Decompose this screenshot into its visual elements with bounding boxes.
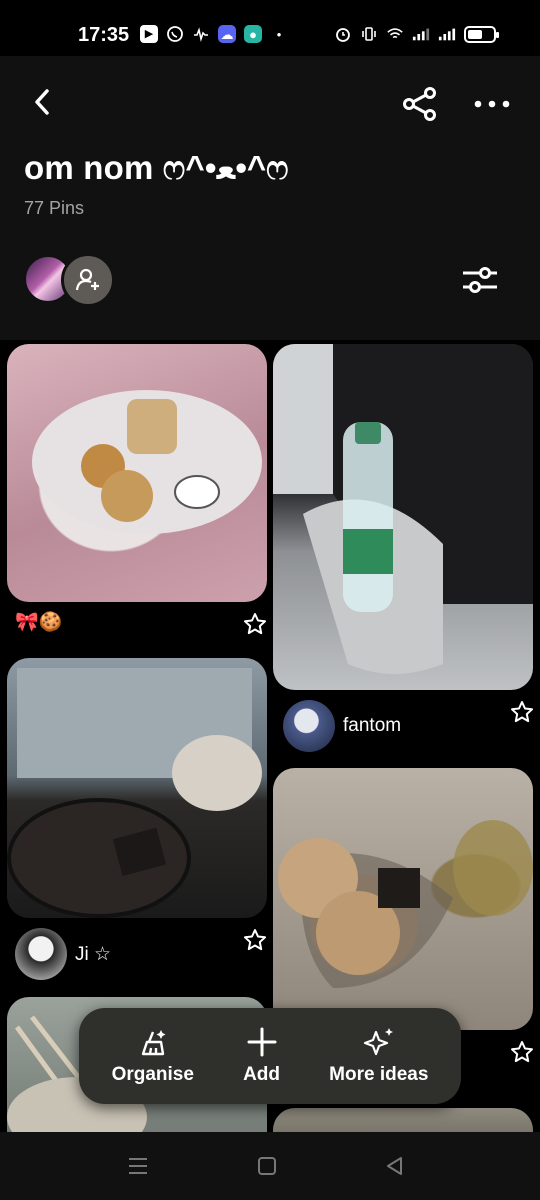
add-person-icon xyxy=(75,268,99,291)
pin-image-manga[interactable] xyxy=(273,1108,533,1132)
add-button[interactable]: Add xyxy=(243,1026,280,1086)
alarm-icon xyxy=(334,25,352,43)
author-avatar xyxy=(15,928,67,980)
pin-artwork xyxy=(278,820,533,988)
pin-artwork xyxy=(273,344,533,674)
back-chevron-icon xyxy=(35,89,49,115)
pin-author-ji[interactable]: Ji ☆ xyxy=(15,928,111,980)
signal-icon xyxy=(438,25,456,43)
save-pin-button[interactable] xyxy=(508,698,536,726)
status-time: 17:35 xyxy=(78,24,130,46)
pin-artwork xyxy=(7,668,262,918)
menu-lines-icon xyxy=(129,1158,147,1174)
vibrate-icon xyxy=(360,25,378,43)
status-bar: 17:35 ▶ ☁ ● • xyxy=(0,0,540,56)
signal-icon xyxy=(412,25,430,43)
more-dots-icon xyxy=(474,100,510,108)
broom-sparkle-icon xyxy=(137,1026,169,1058)
more-ideas-label: More ideas xyxy=(329,1064,429,1085)
pin-author-fantom[interactable]: fantom xyxy=(283,700,401,752)
triangle-back-icon xyxy=(387,1157,402,1175)
star-icon xyxy=(244,929,266,951)
notification-icons: ▶ ☁ ● • xyxy=(140,25,288,43)
share-icon xyxy=(403,87,436,121)
author-avatar xyxy=(283,700,335,752)
sparkles-icon xyxy=(363,1026,395,1058)
cloud-app-icon: ☁ xyxy=(218,25,236,43)
collaborators xyxy=(24,253,124,307)
whatsapp-icon xyxy=(166,25,184,43)
save-pin-button[interactable] xyxy=(241,610,269,638)
board-title: om nom ෆ^•ﻌ•^ෆ xyxy=(24,149,289,186)
home-button[interactable] xyxy=(255,1154,279,1178)
filter-sliders-icon xyxy=(463,267,497,293)
board-action-bar: Organise Add More ideas xyxy=(79,1008,461,1104)
tiktok-icon xyxy=(192,25,210,43)
star-icon xyxy=(244,613,266,635)
dot-icon: • xyxy=(276,26,282,42)
plus-icon xyxy=(246,1026,278,1058)
author-name: Ji ☆ xyxy=(75,943,112,965)
wifi-icon xyxy=(386,25,404,43)
author-name: fantom xyxy=(343,715,402,736)
save-pin-button[interactable] xyxy=(241,926,269,954)
recent-apps-button[interactable] xyxy=(126,1154,150,1178)
board-header: om nom ෆ^•ﻌ•^ෆ 77 Pins xyxy=(0,56,540,340)
add-collaborator-button[interactable] xyxy=(61,253,115,307)
share-button[interactable] xyxy=(398,82,442,126)
system-icons xyxy=(334,25,499,43)
square-icon xyxy=(258,1157,276,1175)
youtube-icon: ▶ xyxy=(140,25,158,43)
pin-artwork xyxy=(32,390,262,534)
chat-app-icon: ● xyxy=(244,25,262,43)
more-options-button[interactable] xyxy=(468,82,516,126)
star-icon xyxy=(511,1041,533,1063)
filter-button[interactable] xyxy=(456,260,504,300)
back-button[interactable] xyxy=(24,84,60,120)
system-nav-bar xyxy=(0,1132,540,1200)
more-ideas-button[interactable]: More ideas xyxy=(329,1026,428,1086)
organise-button[interactable]: Organise xyxy=(112,1026,194,1086)
star-icon xyxy=(511,701,533,723)
pin-image-anime-breakfast[interactable] xyxy=(7,658,267,918)
add-label: Add xyxy=(243,1064,281,1085)
battery-fill xyxy=(468,29,482,39)
system-back-button[interactable] xyxy=(383,1154,407,1178)
pin-image-water-bottle[interactable] xyxy=(273,344,533,690)
pin-image-biscuits[interactable] xyxy=(273,768,533,1030)
organise-label: Organise xyxy=(111,1064,194,1085)
battery-icon xyxy=(464,25,499,43)
pin-caption-cookies: 🎀🍪 xyxy=(15,612,63,633)
save-pin-button[interactable] xyxy=(508,1038,536,1066)
pin-count: 77 Pins xyxy=(24,198,85,218)
pin-image-cookies[interactable] xyxy=(7,344,267,602)
